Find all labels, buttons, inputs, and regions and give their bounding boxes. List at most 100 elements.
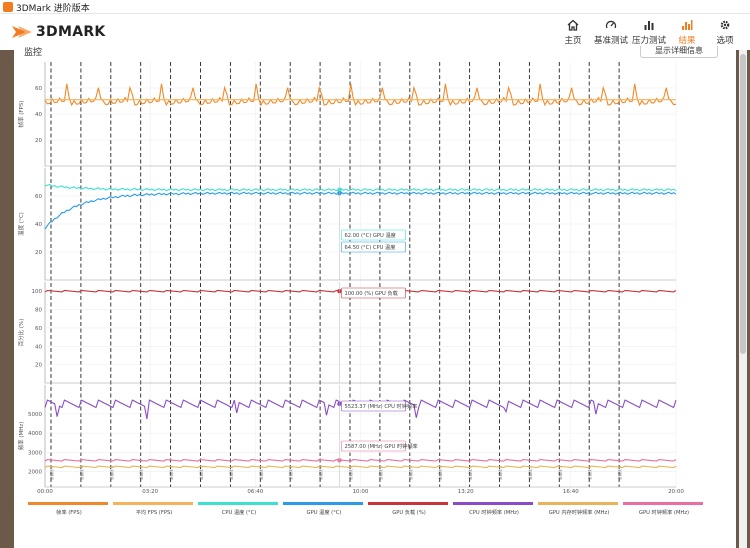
scrollbar-thumb[interactable] xyxy=(740,54,746,354)
legend-label: CPU 时钟频率 (MHz) xyxy=(469,510,519,516)
x-tick-label: 13:20 xyxy=(458,489,474,495)
y-tick-label: 2000 xyxy=(28,470,42,476)
run-marker-label: 总帧数 1 xyxy=(139,466,144,480)
legend-item[interactable]: GPU 温度 (°C) xyxy=(283,502,365,516)
legend-swatch xyxy=(623,502,703,505)
series-line xyxy=(44,459,677,462)
legend-item[interactable]: 平均 FPS (FPS) xyxy=(113,502,195,516)
show-details-button[interactable]: 显示详细信息 xyxy=(640,46,718,58)
run-marker-label: 总帧数 1 xyxy=(378,466,383,480)
y-tick-label: 60 xyxy=(35,86,42,92)
app-icon xyxy=(3,2,13,12)
legend-item[interactable]: GPU 负载 (%) xyxy=(368,502,450,516)
nav-home-label: 主页 xyxy=(564,36,582,46)
x-tick-label: 00:00 xyxy=(37,489,53,495)
y-axis-label: 频率 (MHz) xyxy=(17,422,25,451)
y-tick-label: 40 xyxy=(35,344,42,350)
y-tick-label: 40 xyxy=(35,222,42,228)
nav-stress-tests-label: 压力测试 xyxy=(631,36,666,46)
run-marker-label: 总帧数 1 xyxy=(498,466,503,480)
y-tick-label: 80 xyxy=(35,308,42,314)
legend-swatch xyxy=(538,502,618,505)
x-tick-label: 10:00 xyxy=(353,489,369,495)
nav-benchmarks[interactable]: 基准测试 xyxy=(592,17,630,49)
run-marker-label: 总帧数 1 xyxy=(557,466,562,480)
legend-label: GPU 时钟频率 (MHz) xyxy=(638,510,690,516)
legend-swatch xyxy=(453,502,533,505)
y-tick-label: 20 xyxy=(35,138,42,144)
tooltip-text: 100.00 (%) GPU 负载 xyxy=(344,289,397,297)
nav-benchmarks-label: 基准测试 xyxy=(593,36,628,46)
run-marker-label: 总帧数 1 xyxy=(318,466,323,480)
legend-swatch xyxy=(368,502,448,505)
vertical-scrollbar[interactable] xyxy=(739,50,747,548)
legend-item[interactable]: GPU 内存时钟频率 (MHz) xyxy=(538,502,620,516)
nav-options[interactable]: 选项 xyxy=(706,17,744,49)
y-tick-label: 60 xyxy=(35,194,42,200)
nav-results-label: 结果 xyxy=(678,36,696,46)
y-tick-label: 3000 xyxy=(28,450,42,456)
run-marker-label: 总帧数 1 xyxy=(79,466,84,480)
window-titlebar: 3DMark 进阶版本 xyxy=(0,0,750,14)
window-title: 3DMark 进阶版本 xyxy=(16,4,90,14)
logo-icon xyxy=(12,26,32,38)
legend-label: GPU 温度 (°C) xyxy=(306,510,342,516)
legend-label: 平均 FPS (FPS) xyxy=(135,510,173,516)
y-tick-label: 60 xyxy=(35,326,42,332)
section-title: 监控 xyxy=(24,48,43,58)
nav-stress-tests[interactable]: 压力测试 xyxy=(630,17,668,49)
gear-icon xyxy=(718,18,732,32)
run-marker-label: 总帧数 1 xyxy=(288,466,293,480)
monitoring-panel: 00:00 03:20 06:40 10:00 13:20 16:40 20:00 总帧数 1… xyxy=(14,46,736,548)
chart-legend: 帧率 (FPS) 平均 FPS (FPS) CPU 温度 (°C) GPU 温度 (°… xyxy=(14,502,736,548)
bar-chart-icon xyxy=(642,18,656,32)
y-tick-label: 20 xyxy=(35,250,42,256)
run-marker-label: 总帧数 1 xyxy=(438,466,443,480)
legend-swatch xyxy=(113,502,193,505)
y-tick-label: 4000 xyxy=(28,431,42,437)
legend-item[interactable]: CPU 时钟频率 (MHz) xyxy=(453,502,535,516)
tooltip-text: 2587.00 (MHz) GPU 时钟频率 xyxy=(344,442,417,450)
series-line xyxy=(44,465,677,469)
logo: 3DMARK xyxy=(12,23,106,41)
y-tick-label: 5000 xyxy=(28,412,42,418)
x-tick-label: 06:40 xyxy=(247,489,263,495)
legend-item[interactable]: CPU 温度 (°C) xyxy=(198,502,280,516)
nav-options-label: 选项 xyxy=(716,36,734,46)
nav-home[interactable]: 主页 xyxy=(554,17,592,49)
run-marker-label: 总帧数 1 xyxy=(408,466,413,480)
legend-swatch xyxy=(28,502,108,505)
nav-results[interactable]: 结果 xyxy=(668,17,706,49)
legend-label: GPU 负载 (%) xyxy=(392,510,426,516)
run-marker-label: 总帧数 1 xyxy=(258,466,263,480)
x-tick-label: 03:20 xyxy=(142,489,158,495)
tooltip-text: 64.50 (°C) CPU 温度 xyxy=(344,243,395,251)
run-marker-label: 总帧数 1 xyxy=(199,466,204,480)
logo-text: 3DMARK xyxy=(36,24,106,40)
tooltip-text: 62.00 (°C) GPU 温度 xyxy=(344,231,395,239)
y-tick-label: 20 xyxy=(35,363,42,369)
legend-label: CPU 温度 (°C) xyxy=(221,510,257,516)
y-axis-label: 百分比 (%) xyxy=(17,319,25,347)
x-tick-label: 20:00 xyxy=(668,489,684,495)
monitoring-chart: 00:00 03:20 06:40 10:00 13:20 16:40 20:00 总帧数 1… xyxy=(17,62,684,495)
main-nav: 主页 基准测试 压力测试 结果 选项 xyxy=(554,17,744,49)
tooltip-text: 5523.37 (MHz) CPU 时钟频率 xyxy=(344,402,417,410)
y-axis-label: 温度 (°C) xyxy=(17,212,25,236)
x-tick-label: 16:40 xyxy=(563,489,579,495)
legend-label: GPU 内存时钟频率 (MHz) xyxy=(548,510,610,516)
y-tick-label: 40 xyxy=(35,112,42,118)
run-marker-label: 总帧数 1 xyxy=(49,466,54,480)
y-axis-label: 帧率 (FPS) xyxy=(17,100,25,127)
legend-swatch xyxy=(198,502,278,505)
gauge-icon xyxy=(604,18,618,32)
app-header: 3DMARK 主页 基准测试 压力测试 结果 选项 xyxy=(0,14,750,50)
home-icon xyxy=(566,18,580,32)
legend-item[interactable]: GPU 时钟频率 (MHz) xyxy=(623,502,705,516)
y-tick-label: 100 xyxy=(32,289,43,295)
results-icon xyxy=(680,18,694,32)
legend-item[interactable]: 帧率 (FPS) xyxy=(28,502,110,516)
run-marker-label: 总帧数 1 xyxy=(527,466,532,480)
run-marker-label: 总帧数 1 xyxy=(169,466,174,480)
legend-label: 帧率 (FPS) xyxy=(56,510,82,516)
